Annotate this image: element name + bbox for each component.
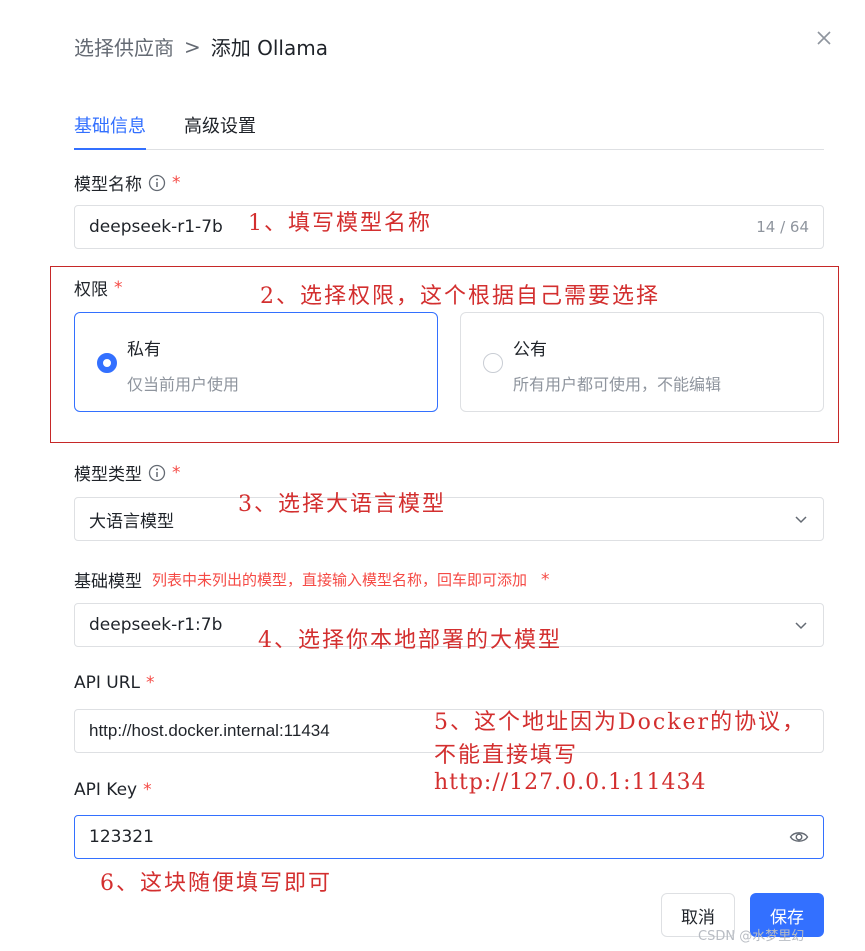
model-type-value: 大语言模型 bbox=[89, 511, 174, 532]
radio-public[interactable] bbox=[483, 353, 503, 373]
permission-option-public[interactable]: 公有 所有用户都可使用，不能编辑 bbox=[460, 312, 824, 412]
option-title: 私有 bbox=[127, 340, 161, 360]
model-type-label-text: 模型类型 bbox=[74, 465, 142, 485]
annotation-5-line1: 5、这个地址因为Docker的协议， bbox=[434, 710, 807, 735]
tab-basic-info[interactable]: 基础信息 bbox=[74, 110, 146, 150]
annotation-6: 6、这块随便填写即可 bbox=[100, 871, 332, 896]
annotation-2: 2、选择权限，这个根据自己需要选择 bbox=[260, 284, 660, 309]
close-button[interactable] bbox=[810, 24, 838, 52]
info-icon[interactable] bbox=[148, 174, 166, 192]
api-key-input[interactable]: 123321 bbox=[74, 815, 824, 859]
breadcrumb-separator: > bbox=[184, 34, 201, 59]
required-mark: * bbox=[541, 569, 550, 590]
model-type-select[interactable]: 大语言模型 bbox=[74, 497, 824, 541]
radio-private[interactable] bbox=[97, 353, 117, 373]
page-title: 添加 Ollama bbox=[210, 36, 328, 60]
model-type-label: 模型类型 * bbox=[74, 460, 181, 486]
required-mark: * bbox=[114, 277, 123, 298]
api-url-value: http://host.docker.internal:11434 bbox=[89, 721, 330, 740]
required-mark: * bbox=[143, 780, 152, 800]
api-key-label-text: API Key bbox=[74, 780, 138, 800]
permission-label: 权限 * bbox=[74, 275, 123, 301]
eye-icon[interactable] bbox=[789, 827, 809, 847]
api-url-label-text: API URL bbox=[74, 673, 141, 693]
breadcrumb: 选择供应商 > 添加 Ollama bbox=[74, 32, 328, 61]
option-title: 公有 bbox=[513, 340, 547, 360]
base-model-label-text: 基础模型 bbox=[74, 572, 142, 592]
api-key-label: API Key * bbox=[74, 780, 152, 800]
watermark: CSDN @水梦里幻 bbox=[698, 929, 805, 944]
api-url-label: API URL * bbox=[74, 673, 155, 693]
base-model-label: 基础模型 列表中未列出的模型，直接输入模型名称，回车即可添加 * bbox=[74, 567, 550, 593]
annotation-5-line2: 不能直接填写 bbox=[434, 743, 579, 768]
annotation-1: 1、填写模型名称 bbox=[248, 211, 432, 236]
close-icon bbox=[817, 31, 831, 45]
option-desc: 所有用户都可使用，不能编辑 bbox=[513, 375, 722, 394]
model-name-input[interactable]: deepseek-r1-7b 14 / 64 bbox=[74, 205, 824, 249]
char-count: 14 / 64 bbox=[756, 218, 809, 236]
permission-label-text: 权限 bbox=[74, 280, 108, 300]
chevron-down-icon bbox=[795, 622, 807, 630]
chevron-down-icon bbox=[795, 516, 807, 524]
model-name-label: 模型名称 * bbox=[74, 170, 181, 196]
option-desc: 仅当前用户使用 bbox=[127, 375, 240, 394]
tab-bar: 基础信息 高级设置 bbox=[74, 110, 824, 150]
annotation-3: 3、选择大语言模型 bbox=[238, 492, 446, 517]
breadcrumb-parent[interactable]: 选择供应商 bbox=[74, 32, 174, 61]
api-key-value: 123321 bbox=[89, 827, 154, 847]
base-model-value: deepseek-r1:7b bbox=[89, 615, 223, 635]
required-mark: * bbox=[146, 673, 155, 693]
model-name-label-text: 模型名称 bbox=[74, 175, 142, 195]
model-name-value: deepseek-r1-7b bbox=[89, 217, 223, 237]
required-mark: * bbox=[172, 172, 181, 193]
annotation-4: 4、选择你本地部署的大模型 bbox=[258, 628, 562, 653]
base-model-hint: 列表中未列出的模型，直接输入模型名称，回车即可添加 bbox=[152, 571, 528, 589]
required-mark: * bbox=[172, 462, 181, 483]
permission-option-private[interactable]: 私有 仅当前用户使用 bbox=[74, 312, 438, 412]
annotation-5-line3: http://127.0.0.1:11434 bbox=[434, 770, 707, 795]
tab-advanced-settings[interactable]: 高级设置 bbox=[184, 110, 256, 150]
info-icon[interactable] bbox=[148, 464, 166, 482]
